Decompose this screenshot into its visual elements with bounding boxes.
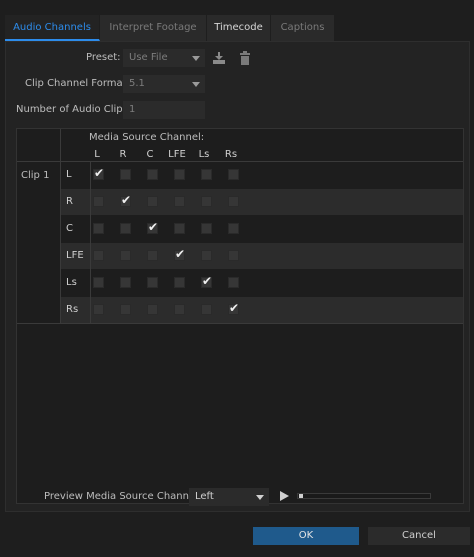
channel-checkbox[interactable] (201, 250, 212, 261)
channel-checkbox[interactable] (228, 250, 239, 261)
checkmark-icon: ✔ (148, 220, 159, 234)
channel-checkbox[interactable] (120, 250, 131, 261)
chevron-down-icon (192, 56, 200, 61)
channel-checkbox[interactable] (201, 223, 212, 234)
channel-checkbox[interactable] (93, 277, 104, 288)
tab-timecode[interactable]: Timecode (207, 15, 271, 41)
row-label: Ls (66, 277, 77, 288)
chevron-down-icon (192, 82, 200, 87)
clip-column-divider (60, 129, 61, 323)
preview-scrubber[interactable] (297, 493, 431, 499)
preset-label: Preset: (86, 52, 121, 63)
column-header-l: L (94, 149, 100, 160)
channel-checkbox[interactable] (201, 169, 212, 180)
channel-checkbox[interactable] (174, 196, 185, 207)
preview-channel-label: Preview Media Source Channel: (44, 491, 202, 502)
channel-checkbox[interactable]: ✔ (201, 274, 213, 288)
channel-checkbox[interactable] (201, 304, 212, 315)
number-of-audio-clips-label: Number of Audio Clips: (16, 104, 132, 115)
clip-channel-format-value: 5.1 (129, 78, 145, 89)
preview-channel-value: Left (195, 491, 214, 502)
channel-checkbox[interactable] (174, 169, 185, 180)
checkmark-icon: ✔ (94, 166, 105, 180)
channel-checkbox[interactable] (120, 169, 131, 180)
channel-checkbox[interactable]: ✔ (120, 193, 132, 207)
checkmark-icon: ✔ (202, 274, 213, 288)
channel-checkbox[interactable] (147, 196, 158, 207)
channel-checkbox[interactable] (120, 223, 131, 234)
column-header-ls: Ls (198, 149, 210, 160)
channel-checkbox[interactable] (93, 250, 104, 261)
channel-checkbox[interactable] (120, 304, 131, 315)
channel-checkbox[interactable] (201, 196, 212, 207)
channel-checkbox[interactable] (93, 223, 104, 234)
column-header-lfe: LFE (168, 149, 186, 160)
row-label: Rs (66, 304, 79, 315)
channel-checkbox[interactable] (228, 223, 239, 234)
tab-interpret-footage[interactable]: Interpret Footage (100, 15, 207, 41)
channel-checkbox[interactable] (174, 304, 185, 315)
channel-checkbox[interactable] (228, 277, 239, 288)
play-icon[interactable] (278, 490, 290, 502)
channel-checkbox[interactable] (174, 223, 185, 234)
column-header-r: R (119, 149, 127, 160)
row-label: C (66, 223, 73, 234)
tab-captions[interactable]: Captions (271, 15, 335, 41)
checkmark-icon: ✔ (229, 301, 240, 315)
channel-checkbox[interactable] (174, 277, 185, 288)
clip-channel-format-dropdown[interactable]: 5.1 (123, 75, 205, 93)
column-header-c: C (146, 149, 154, 160)
channel-checkbox[interactable] (93, 304, 104, 315)
cancel-button[interactable]: Cancel (368, 527, 470, 545)
trash-icon[interactable] (237, 50, 253, 66)
channel-checkbox[interactable] (228, 196, 239, 207)
channel-checkbox[interactable]: ✔ (174, 247, 186, 261)
channel-checkbox[interactable] (147, 250, 158, 261)
clip-1-label: Clip 1 (21, 170, 50, 181)
chevron-down-icon (256, 495, 264, 500)
channel-checkbox[interactable] (228, 169, 239, 180)
checkmark-icon: ✔ (175, 247, 186, 261)
row-label: R (66, 196, 73, 207)
row-label-divider (90, 161, 91, 323)
preview-channel-dropdown[interactable]: Left (189, 488, 269, 506)
channel-checkbox[interactable] (120, 277, 131, 288)
tab-bar: Audio Channels Interpret Footage Timecod… (5, 15, 335, 41)
import-preset-icon[interactable] (211, 50, 227, 66)
number-of-audio-clips-input[interactable]: 1 (123, 101, 205, 119)
channel-mapping-grid: Media Source Channel: L R C LFE Ls Rs Cl… (16, 128, 464, 504)
checkmark-icon: ✔ (121, 193, 132, 207)
channel-checkbox[interactable] (147, 277, 158, 288)
grid-bottom-divider (17, 323, 463, 324)
channel-checkbox[interactable] (147, 169, 158, 180)
column-header-rs: Rs (224, 149, 238, 160)
ok-button[interactable]: OK (253, 527, 359, 545)
row-label: L (66, 169, 72, 180)
channel-checkbox[interactable] (93, 196, 104, 207)
row-label: LFE (66, 250, 84, 261)
channel-checkbox[interactable]: ✔ (147, 220, 159, 234)
preset-dropdown[interactable]: Use File (123, 49, 205, 67)
clip-channel-format-label: Clip Channel Format: (25, 78, 130, 89)
channel-checkbox[interactable]: ✔ (93, 166, 105, 180)
channel-checkbox[interactable] (147, 304, 158, 315)
channel-checkbox[interactable]: ✔ (228, 301, 240, 315)
media-source-channel-header: Media Source Channel: (89, 132, 205, 143)
tab-audio-channels[interactable]: Audio Channels (5, 15, 100, 41)
preset-value: Use File (129, 52, 168, 63)
audio-channels-panel: Preset: Use File Clip Channel Format: 5.… (5, 41, 470, 512)
scrubber-playhead[interactable] (299, 494, 303, 498)
